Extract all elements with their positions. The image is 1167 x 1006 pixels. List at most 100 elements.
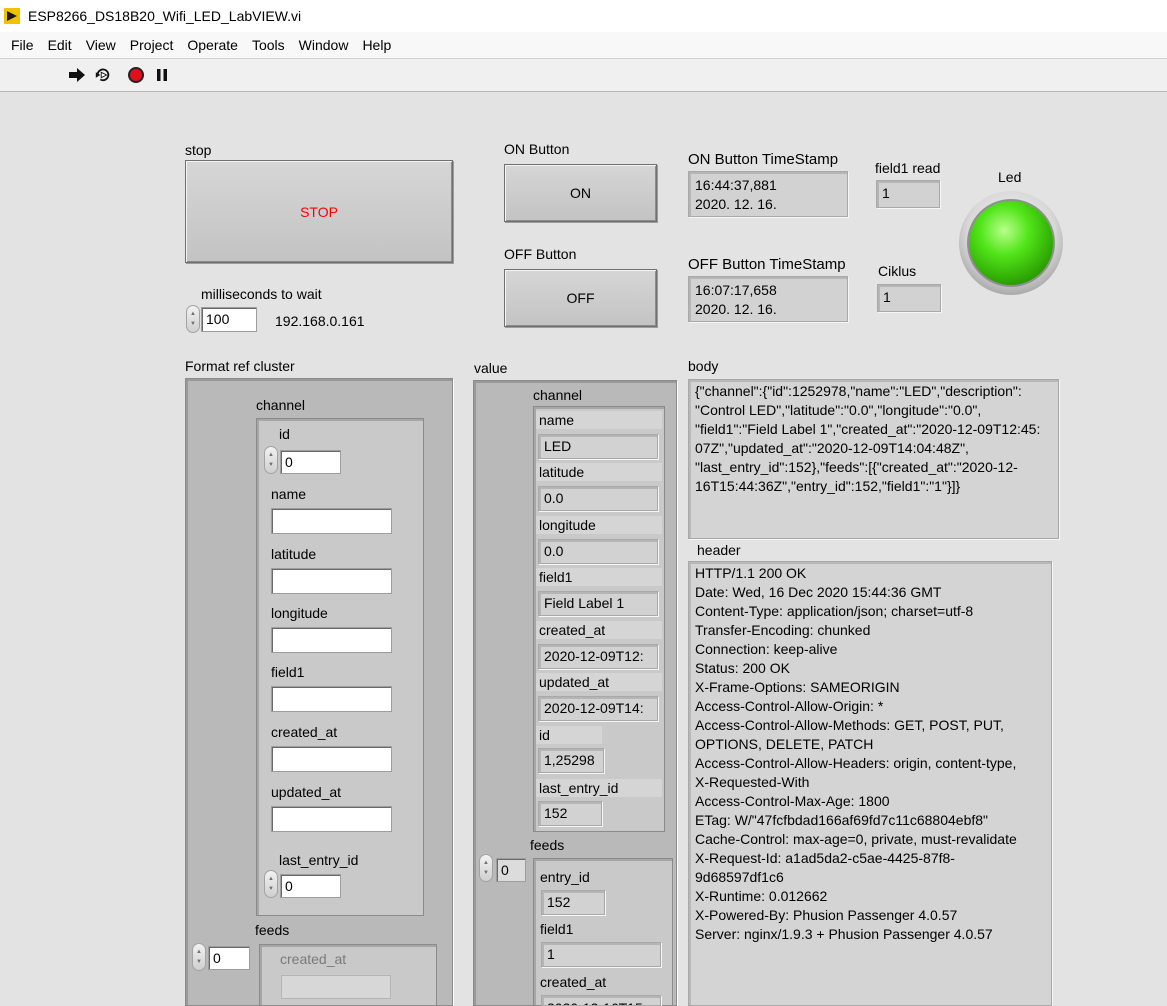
off-timestamp-time: 16:07:17,658 (695, 282, 777, 298)
led-label: Led (998, 169, 1022, 185)
field1-read-label: field1 read (875, 160, 941, 176)
fr-last-entry-id-increment-decrement[interactable]: ▲ ▼ (264, 870, 278, 898)
off-timestamp-label: OFF Button TimeStamp (688, 256, 846, 273)
menu-project[interactable]: Project (123, 37, 181, 53)
fr-field1-input[interactable] (271, 686, 392, 712)
val-feeds-created-at-label: created_at (540, 974, 607, 990)
val-id-label: id (536, 726, 602, 744)
val-created-at-label: created_at (536, 621, 662, 639)
led-indicator (954, 190, 1068, 296)
on-timestamp-time: 16:44:37,881 (695, 177, 777, 193)
fr-feeds-created-at-input[interactable] (281, 975, 391, 999)
ms-wait-label: milliseconds to wait (201, 286, 322, 302)
run-continuously-icon[interactable] (94, 66, 112, 84)
menu-edit[interactable]: Edit (41, 37, 79, 53)
val-latitude-label: latitude (536, 463, 662, 481)
on-timestamp-label: ON Button TimeStamp (688, 151, 839, 168)
off-button-text: OFF (566, 290, 595, 306)
stop-button[interactable]: STOP (185, 160, 453, 263)
fr-feeds-index-input[interactable]: 0 (208, 946, 250, 970)
fr-id-label: id (279, 426, 290, 442)
off-timestamp-indicator: 16:07:17,658 2020. 12. 16. (688, 276, 848, 322)
val-name-label: name (536, 411, 662, 429)
header-label: header (697, 542, 741, 558)
fr-longitude-label: longitude (271, 605, 328, 621)
menu-tools[interactable]: Tools (245, 37, 292, 53)
on-timestamp-date: 2020. 12. 16. (695, 196, 777, 212)
fr-created-at-input[interactable] (271, 746, 392, 772)
field1-read-indicator: 1 (876, 180, 940, 208)
fr-feeds-created-at-label: created_at (280, 951, 347, 967)
ms-wait-input[interactable]: 100 (201, 307, 257, 332)
fr-last-entry-id-label: last_entry_id (279, 852, 359, 868)
title-bar: ESP8266_DS18B20_Wifi_LED_LabVIEW.vi (0, 0, 1167, 32)
fr-feeds-index-increment-decrement[interactable]: ▲ ▼ (192, 943, 206, 971)
off-timestamp-date: 2020. 12. 16. (695, 301, 777, 317)
val-feeds-index-increment-decrement[interactable]: ▲ ▼ (479, 854, 493, 882)
fr-longitude-input[interactable] (271, 627, 392, 653)
fr-name-label: name (271, 486, 307, 502)
fr-id-increment-decrement[interactable]: ▲ ▼ (264, 446, 278, 474)
menu-file[interactable]: File (4, 37, 41, 53)
val-updated-at-indicator: 2020-12-09T14: (538, 696, 658, 721)
fr-field1-label: field1 (271, 664, 305, 680)
val-created-at-indicator: 2020-12-09T12: (538, 644, 658, 669)
menu-help[interactable]: Help (355, 37, 398, 53)
val-latitude-indicator: 0.0 (538, 486, 658, 511)
val-entry-id-label: entry_id (540, 869, 590, 885)
fr-updated-at-label: updated_at (271, 784, 342, 800)
toolbar (0, 58, 1167, 92)
val-field1-label: field1 (536, 568, 662, 586)
ip-address: 192.168.0.161 (275, 313, 365, 329)
on-button-label: ON Button (504, 141, 570, 157)
format-ref-cluster-label: Format ref cluster (185, 358, 295, 374)
window-title: ESP8266_DS18B20_Wifi_LED_LabVIEW.vi (28, 8, 302, 24)
stop-label: stop (185, 142, 212, 158)
value-cluster-label: value (474, 360, 508, 376)
pause-icon[interactable] (153, 66, 171, 84)
menu-bar: File Edit View Project Operate Tools Win… (0, 32, 1167, 58)
on-button-text: ON (570, 185, 591, 201)
body-label: body (688, 358, 719, 374)
val-feeds-label: feeds (530, 837, 565, 853)
abort-stop-icon[interactable] (127, 66, 145, 84)
val-feeds-index-input[interactable]: 0 (496, 858, 526, 882)
ciklus-label: Ciklus (878, 263, 917, 279)
val-feeds-created-at-indicator: 2020-12-16T15: (541, 995, 661, 1006)
val-longitude-label: longitude (536, 516, 662, 534)
fr-channel-label: channel (256, 397, 306, 413)
on-button[interactable]: ON (504, 164, 657, 222)
fr-id-input[interactable]: 0 (280, 450, 341, 474)
fr-created-at-label: created_at (271, 724, 338, 740)
off-button[interactable]: OFF (504, 269, 657, 327)
val-feeds-field1-indicator: 1 (541, 942, 661, 967)
val-field1-indicator: Field Label 1 (538, 591, 658, 616)
menu-operate[interactable]: Operate (180, 37, 245, 53)
val-id-indicator: 1,25298 (538, 748, 604, 773)
labview-vi-icon (4, 8, 20, 24)
menu-view[interactable]: View (79, 37, 123, 53)
val-name-indicator: LED (538, 434, 658, 459)
ciklus-indicator: 1 (877, 284, 941, 312)
val-longitude-indicator: 0.0 (538, 539, 658, 564)
fr-feeds-label: feeds (255, 922, 290, 938)
fr-updated-at-input[interactable] (271, 806, 392, 832)
fr-latitude-input[interactable] (271, 568, 392, 594)
off-button-label: OFF Button (504, 246, 577, 262)
val-last-entry-id-label: last_entry_id (536, 779, 662, 797)
fr-latitude-label: latitude (271, 546, 317, 562)
stop-button-text: STOP (300, 203, 338, 220)
menu-window[interactable]: Window (292, 37, 356, 53)
led-light-icon (959, 191, 1063, 295)
fr-last-entry-id-input[interactable]: 0 (280, 874, 341, 898)
ms-wait-increment-decrement[interactable]: ▲ ▼ (186, 305, 200, 333)
header-text-indicator: HTTP/1.1 200 OK Date: Wed, 16 Dec 2020 1… (688, 561, 1052, 1006)
val-channel-label: channel (533, 387, 583, 403)
val-entry-id-indicator: 152 (541, 890, 605, 915)
val-updated-at-label: updated_at (536, 673, 662, 691)
val-feeds-field1-label: field1 (540, 921, 574, 937)
fr-name-input[interactable] (271, 508, 392, 534)
on-timestamp-indicator: 16:44:37,881 2020. 12. 16. (688, 171, 848, 217)
run-arrow-icon[interactable] (68, 66, 86, 84)
val-last-entry-id-indicator: 152 (538, 801, 602, 826)
